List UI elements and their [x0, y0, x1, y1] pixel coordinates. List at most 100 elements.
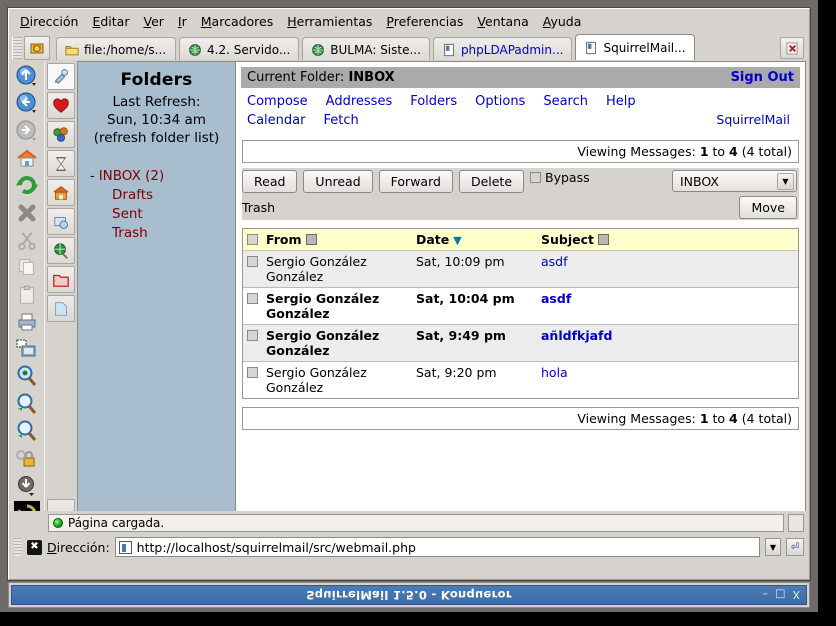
move-button[interactable]: Move: [739, 196, 797, 219]
read-button[interactable]: Read: [242, 170, 297, 193]
row-subject-link[interactable]: hola: [541, 365, 568, 380]
row-subject-link[interactable]: añldfkjafd: [541, 328, 612, 343]
header-subject[interactable]: Subject: [537, 229, 798, 251]
maximize-button[interactable]: □: [775, 589, 785, 602]
row-checkbox[interactable]: [247, 293, 258, 304]
table-row[interactable]: Sergio González González Sat, 10:04 pm a…: [243, 288, 798, 325]
delete-button[interactable]: Delete: [459, 170, 524, 193]
address-input[interactable]: http://localhost/squirrelmail/src/webmai…: [115, 537, 760, 557]
find-button[interactable]: [12, 363, 42, 389]
row-checkbox-cell[interactable]: [243, 288, 262, 325]
nav-link-options[interactable]: Options: [475, 92, 525, 111]
folder-link-inbox[interactable]: INBOX (2): [99, 167, 165, 185]
sign-out-link[interactable]: Sign Out: [731, 70, 794, 85]
download-button[interactable]: [12, 472, 42, 498]
bypass-trash-checkbox-wrap[interactable]: Bypass: [530, 170, 590, 185]
row-subject[interactable]: hola: [537, 362, 798, 399]
paste-button[interactable]: [12, 281, 42, 307]
tab-phpldapadmin[interactable]: phpLDAPadmin...: [433, 37, 573, 61]
forward-button[interactable]: [12, 118, 42, 144]
window-titlebar[interactable]: SquirrelMail 1.5.0 - Konqueror – □ X: [11, 585, 807, 605]
sidebar-tab-history[interactable]: [47, 121, 75, 148]
table-row[interactable]: Sergio González González Sat, 9:49 pm añ…: [243, 325, 798, 362]
back-button[interactable]: [12, 90, 42, 116]
sidebar-tab-hourglass[interactable]: [47, 150, 75, 177]
row-checkbox[interactable]: [247, 367, 258, 378]
home-button[interactable]: [12, 145, 42, 171]
address-history-dropdown[interactable]: ▼: [765, 538, 781, 556]
toolbar-grip[interactable]: [12, 37, 22, 59]
menu-item-ir[interactable]: Ir: [178, 14, 187, 29]
menu-item-ver[interactable]: Ver: [143, 14, 163, 29]
new-tab-button[interactable]: [24, 36, 50, 60]
folder-link-drafts[interactable]: Drafts: [112, 186, 153, 204]
nav-link-help[interactable]: Help: [606, 92, 636, 111]
refresh-folder-list-link[interactable]: (refresh folder list): [84, 129, 229, 147]
menu-item-ayuda[interactable]: Ayuda: [543, 14, 582, 29]
security-button[interactable]: [12, 445, 42, 471]
sidebar-tab-network[interactable]: [47, 237, 75, 264]
address-toolbar-grip[interactable]: [14, 538, 22, 556]
menu-item-marcadores[interactable]: Marcadores: [201, 14, 274, 29]
nav-link-folders[interactable]: Folders: [410, 92, 457, 111]
menu-item-editar[interactable]: Editar: [92, 14, 129, 29]
header-date[interactable]: Date▼: [412, 229, 537, 251]
reload-button[interactable]: [12, 172, 42, 198]
forward-button[interactable]: Forward: [379, 170, 453, 193]
copy-button[interactable]: [12, 254, 42, 280]
print-button[interactable]: [12, 309, 42, 335]
nav-link-calendar[interactable]: Calendar: [247, 111, 305, 130]
row-subject[interactable]: asdf: [537, 251, 798, 288]
row-checkbox-cell[interactable]: [243, 251, 262, 288]
chevron-down-icon[interactable]: ▼: [777, 173, 794, 190]
clear-address-icon[interactable]: ✖: [27, 540, 42, 555]
row-checkbox[interactable]: [247, 330, 258, 341]
minimize-button[interactable]: –: [763, 589, 769, 602]
tab-bulma[interactable]: BULMA: Siste...: [302, 37, 430, 61]
row-checkbox-cell[interactable]: [243, 325, 262, 362]
row-checkbox-cell[interactable]: [243, 362, 262, 399]
sidebar-tab-bookmarks[interactable]: [47, 92, 75, 119]
table-row[interactable]: Sergio González González Sat, 10:09 pm a…: [243, 251, 798, 288]
menu-item-ventana[interactable]: Ventana: [477, 14, 528, 29]
row-subject[interactable]: añldfkjafd: [537, 325, 798, 362]
folder-link-sent[interactable]: Sent: [112, 205, 143, 223]
tab-servidor[interactable]: 4.2. Servido...: [179, 37, 299, 61]
row-subject-link[interactable]: asdf: [541, 254, 568, 269]
sidebar-tab-root-folder[interactable]: [47, 266, 75, 293]
menu-item-herramientas[interactable]: Herramientas: [287, 14, 372, 29]
sidebar-tab-current-page[interactable]: [47, 295, 75, 322]
header-from[interactable]: From: [262, 229, 412, 251]
nav-link-fetch[interactable]: Fetch: [323, 111, 358, 130]
menu-item-preferencias[interactable]: Preferencias: [386, 14, 463, 29]
nav-link-compose[interactable]: Compose: [247, 92, 308, 111]
stop-button[interactable]: [12, 199, 42, 225]
zoom-in-button[interactable]: [12, 391, 42, 417]
menu-item-direccion[interactable]: Dirección: [20, 14, 78, 29]
unread-button[interactable]: Unread: [303, 170, 372, 193]
close-button[interactable]: X: [792, 589, 800, 602]
address-go-button[interactable]: ⏎: [786, 538, 804, 556]
up-button[interactable]: [12, 63, 42, 89]
close-tab-button[interactable]: [780, 37, 804, 59]
tab-squirrelmail[interactable]: SquirrelMail...: [575, 34, 695, 61]
sidebar-tab-services[interactable]: [47, 208, 75, 235]
table-row[interactable]: Sergio González González Sat, 9:20 pm ho…: [243, 362, 798, 399]
nav-link-addresses[interactable]: Addresses: [326, 92, 393, 111]
row-subject-link[interactable]: asdf: [541, 291, 571, 306]
folder-expander[interactable]: -: [90, 169, 95, 184]
move-target-select[interactable]: INBOX ▼: [672, 170, 797, 192]
from-flag-icon[interactable]: [306, 234, 317, 245]
select-all-checkbox[interactable]: [247, 234, 258, 245]
fullscreen-button[interactable]: [12, 336, 42, 362]
tab-file-home[interactable]: file:/home/s...: [56, 37, 176, 61]
sidebar-tab-home[interactable]: [47, 179, 75, 206]
folder-link-trash[interactable]: Trash: [112, 224, 148, 242]
subject-flag-icon[interactable]: [598, 234, 609, 245]
bypass-trash-checkbox[interactable]: [530, 172, 541, 183]
row-subject[interactable]: asdf: [537, 288, 798, 325]
nav-link-search[interactable]: Search: [543, 92, 588, 111]
header-select-all[interactable]: [243, 229, 262, 251]
zoom-out-button[interactable]: [12, 418, 42, 444]
sort-descending-icon[interactable]: ▼: [453, 234, 461, 247]
